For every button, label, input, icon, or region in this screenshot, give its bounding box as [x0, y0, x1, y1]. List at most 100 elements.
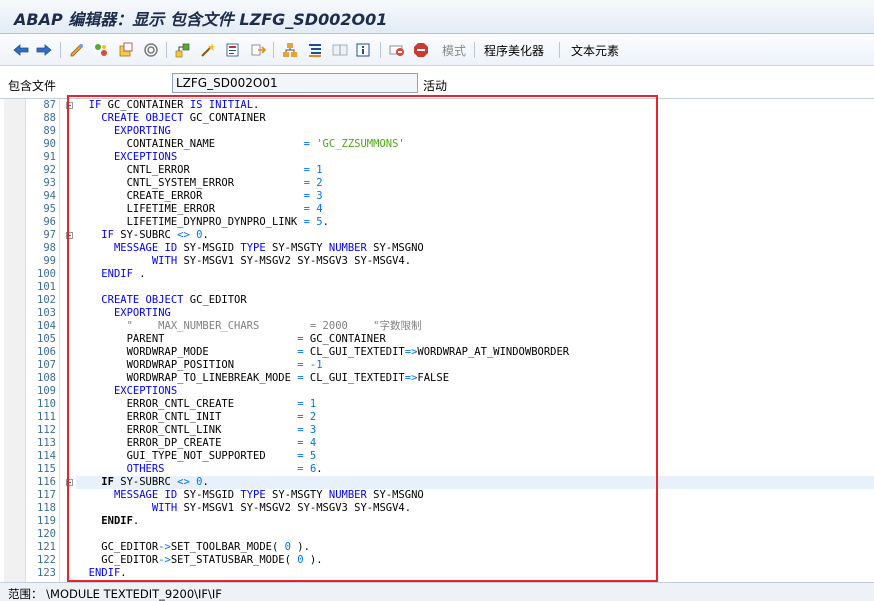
code-line[interactable]: ERROR_CNTL_INIT = 2 — [76, 411, 874, 424]
code-line[interactable] — [76, 528, 874, 541]
code-line[interactable]: WORDWRAP_POSITION = -1 — [76, 359, 874, 372]
toolbar-separator — [60, 42, 61, 58]
object-list-icon[interactable] — [117, 41, 135, 59]
code-token: IF — [101, 476, 114, 488]
code-token: . — [132, 515, 140, 527]
hierarchy-icon[interactable] — [174, 41, 192, 59]
line-number: 110 — [37, 398, 56, 410]
code-token: GC_EDITOR — [76, 554, 159, 566]
code-line[interactable]: PARENT = GC_CONTAINER — [76, 333, 874, 346]
code-area[interactable]: IF GC_CONTAINER IS INITIAL. CREATE OBJEC… — [76, 99, 874, 583]
pretty-printer-icon[interactable] — [306, 41, 324, 59]
code-line[interactable]: CREATE OBJECT GC_EDITOR — [76, 294, 874, 307]
code-token: ENDIF — [88, 567, 121, 579]
code-line[interactable]: EXPORTING — [76, 307, 874, 320]
code-line[interactable]: CONTAINER_NAME = 'GC_ZZSUMMONS' — [76, 138, 874, 151]
code-token: SY-MSGV1 SY-MSGV2 SY-MSGV3 SY-MSGV4. — [177, 502, 412, 514]
mode-button[interactable]: 模式 — [442, 42, 466, 59]
code-token: IS INITIAL — [189, 99, 254, 111]
activate-icon[interactable] — [92, 41, 110, 59]
status-bar: 范围： \MODULE TEXTEDIT_9200\IF\IF — [0, 582, 874, 601]
where-used-icon[interactable] — [142, 41, 160, 59]
code-line[interactable]: IF SY-SUBRC <> 0. — [76, 476, 874, 489]
wand-icon[interactable] — [199, 41, 217, 59]
line-number: 118 — [37, 502, 56, 514]
code-line[interactable]: WORDWRAP_MODE = CL_GUI_TEXTEDIT=>WORDWRA… — [76, 346, 874, 359]
line-number: 93 — [43, 177, 56, 189]
forward-icon[interactable] — [35, 41, 53, 59]
code-token: SY-MSGNO — [366, 242, 424, 254]
line-number: 121 — [37, 541, 56, 553]
code-line[interactable]: ERROR_CNTL_CREATE = 1 — [76, 398, 874, 411]
code-line[interactable]: WORDWRAP_TO_LINEBREAK_MODE = CL_GUI_TEXT… — [76, 372, 874, 385]
fold-toggle-icon[interactable] — [66, 232, 73, 239]
code-line[interactable] — [76, 281, 874, 294]
code-line[interactable]: WITH SY-MSGV1 SY-MSGV2 SY-MSGV3 SY-MSGV4… — [76, 502, 874, 515]
enhance-icon[interactable] — [224, 41, 242, 59]
line-number: 104 — [37, 320, 56, 332]
fold-toggle-icon[interactable] — [66, 479, 73, 486]
code-token: ERROR_CNTL_CREATE — [76, 398, 298, 410]
code-line[interactable]: ERROR_DP_CREATE = 4 — [76, 437, 874, 450]
code-token: 5 — [309, 450, 317, 462]
pretty-printer-button[interactable]: 程序美化器 — [484, 42, 544, 59]
text-elements-button[interactable]: 文本元素 — [571, 42, 619, 59]
pattern-icon[interactable] — [388, 41, 406, 59]
fold-toggle-icon[interactable] — [66, 102, 73, 109]
code-line[interactable]: EXPORTING — [76, 125, 874, 138]
code-line[interactable]: CNTL_SYSTEM_ERROR = 2 — [76, 177, 874, 190]
code-line[interactable]: " MAX_NUMBER_CHARS = 2000 "字数限制 — [76, 320, 874, 333]
code-token: 2 — [316, 177, 323, 189]
code-editor[interactable]: 87 88 89 90 91 92 93 94 95 96 97 98 99 100 101 102 103 10… — [0, 98, 874, 583]
code-line[interactable]: IF SY-SUBRC <> 0. — [76, 229, 874, 242]
code-token: => — [404, 372, 418, 384]
code-token: 4 — [316, 203, 323, 215]
line-number: 115 — [37, 463, 56, 475]
code-token: => — [404, 346, 418, 358]
code-line[interactable]: GC_EDITOR->SET_TOOLBAR_MODE( 0 ). — [76, 541, 874, 554]
code-line[interactable]: ENDIF. — [76, 515, 874, 528]
code-line[interactable]: IF GC_CONTAINER IS INITIAL. — [76, 99, 874, 112]
code-token: TYPE — [240, 489, 266, 501]
split-editor-icon[interactable] — [331, 41, 349, 59]
line-number: 119 — [37, 515, 56, 527]
info-icon[interactable] — [354, 41, 372, 59]
code-line[interactable]: EXCEPTIONS — [76, 151, 874, 164]
line-number: 108 — [37, 372, 56, 384]
code-line[interactable]: WITH SY-MSGV1 SY-MSGV2 SY-MSGV3 SY-MSGV4… — [76, 255, 874, 268]
code-line[interactable]: LIFETIME_DYNPRO_DYNPRO_LINK = 5. — [76, 216, 874, 229]
line-number: 92 — [43, 164, 56, 176]
structure-icon[interactable] — [281, 41, 299, 59]
code-token: . — [253, 99, 260, 111]
code-line[interactable]: GUI_TYPE_NOT_SUPPORTED = 5 — [76, 450, 874, 463]
include-name-field[interactable]: LZFG_SD002O01 — [172, 73, 418, 93]
back-icon[interactable] — [12, 41, 30, 59]
code-line[interactable]: CREATE_ERROR = 3 — [76, 190, 874, 203]
code-line[interactable]: OTHERS = 6. — [76, 463, 874, 476]
code-line[interactable]: MESSAGE ID SY-MSGID TYPE SY-MSGTY NUMBER… — [76, 489, 874, 502]
code-line[interactable]: GC_EDITOR->SET_STATUSBAR_MODE( 0 ). — [76, 554, 874, 567]
toolbar-separator — [273, 42, 274, 58]
line-number: 95 — [43, 203, 56, 215]
bookmark-column[interactable] — [4, 99, 26, 583]
toolbar-separator — [380, 42, 381, 58]
code-line[interactable]: MESSAGE ID SY-MSGID TYPE SY-MSGTY NUMBER… — [76, 242, 874, 255]
code-line[interactable]: ENDIF. — [76, 567, 874, 580]
code-line[interactable]: LIFETIME_ERROR = 4 — [76, 203, 874, 216]
code-token: CONTAINER_NAME — [76, 138, 304, 150]
line-number: 97 — [43, 229, 56, 241]
stop-icon[interactable] — [412, 41, 430, 59]
code-line[interactable]: ENDIF . — [76, 268, 874, 281]
code-token: ENDIF — [101, 268, 133, 280]
code-line[interactable]: ERROR_CNTL_LINK = 3 — [76, 424, 874, 437]
code-line[interactable]: CNTL_ERROR = 1 — [76, 164, 874, 177]
display-change-icon[interactable] — [68, 41, 86, 59]
navigate-icon[interactable] — [249, 41, 267, 59]
code-line[interactable]: CREATE OBJECT GC_CONTAINER — [76, 112, 874, 125]
code-token: 'GC_ZZSUMMONS' — [316, 138, 405, 150]
code-line[interactable]: EXCEPTIONS — [76, 385, 874, 398]
